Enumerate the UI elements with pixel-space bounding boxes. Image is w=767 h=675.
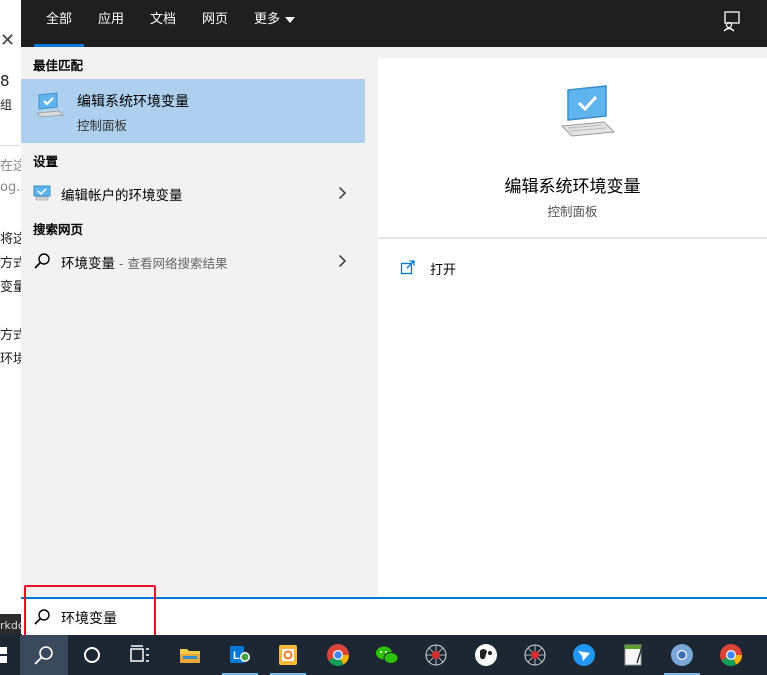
bg-fragment: 环境 bbox=[0, 352, 22, 367]
cortana-button[interactable] bbox=[68, 635, 116, 675]
search-input[interactable]: 环境变量 bbox=[61, 608, 117, 628]
preview-actions: 打开 bbox=[378, 237, 767, 596]
cortana-icon bbox=[84, 647, 100, 663]
chrome-canary-button[interactable] bbox=[658, 635, 706, 675]
wechat-button[interactable] bbox=[363, 635, 411, 675]
notepad-icon bbox=[624, 644, 643, 666]
feishu-button[interactable] bbox=[560, 635, 608, 675]
tab-all[interactable]: 全部 bbox=[33, 0, 85, 47]
search-box[interactable]: 环境变量 bbox=[21, 597, 767, 634]
search-icon bbox=[34, 609, 50, 625]
chrome-button-2[interactable] bbox=[707, 635, 755, 675]
tab-apps[interactable]: 应用 bbox=[98, 0, 124, 47]
best-match-title: 编辑系统环境变量 bbox=[77, 94, 189, 110]
svg-text:L: L bbox=[233, 650, 240, 662]
bg-divider bbox=[0, 145, 22, 146]
chrome-button[interactable] bbox=[314, 635, 362, 675]
settings-result-label: 编辑帐户的环境变量 bbox=[61, 188, 183, 204]
spider-icon bbox=[425, 644, 447, 666]
tab-documents[interactable]: 文档 bbox=[150, 0, 176, 47]
cow-app-button[interactable] bbox=[462, 635, 510, 675]
web-search-result[interactable]: 环境变量 - 查看网络搜索结果 bbox=[21, 245, 365, 277]
task-view-icon bbox=[130, 645, 149, 662]
tab-more-label: 更多 bbox=[254, 12, 281, 27]
spider-icon bbox=[524, 644, 546, 666]
notepad-button[interactable] bbox=[609, 635, 657, 675]
bg-fragment: 8 bbox=[0, 72, 10, 90]
cow-icon bbox=[475, 644, 497, 666]
taskbar: L bbox=[0, 635, 767, 675]
search-panel: 全部 应用 文档 网页 更多 最佳匹配 编辑系统环境变量 控制面板 设置 编辑帐… bbox=[21, 0, 767, 596]
bg-fragment: 方式 bbox=[0, 328, 22, 343]
background-window: ✕ 8 组 在这 og. 将这 方式 变量 方式 环境 rkdc bbox=[0, 0, 22, 640]
tab-web[interactable]: 网页 bbox=[202, 0, 228, 47]
preview-title: 编辑系统环境变量 bbox=[504, 177, 641, 197]
monitor-check-icon bbox=[36, 92, 64, 118]
web-search-label: 环境变量 - 查看网络搜索结果 bbox=[61, 252, 227, 272]
bg-fragment: 将这 bbox=[0, 232, 22, 247]
filter-tabs-bar: 全部 应用 文档 网页 更多 bbox=[21, 0, 767, 47]
tab-more[interactable]: 更多 bbox=[254, 0, 296, 47]
outlook-icon bbox=[279, 645, 297, 665]
monitor-settings-icon bbox=[33, 185, 51, 201]
outlook-button[interactable] bbox=[264, 635, 312, 675]
best-match-subtitle: 控制面板 bbox=[77, 118, 128, 133]
bg-fragment: og. bbox=[0, 180, 21, 195]
bg-fragment: 方式 bbox=[0, 256, 22, 271]
settings-result[interactable]: 编辑帐户的环境变量 bbox=[21, 177, 365, 209]
best-match-result[interactable]: 编辑系统环境变量 控制面板 bbox=[21, 79, 365, 143]
spider-app-button-2[interactable] bbox=[511, 635, 559, 675]
preview-card: 编辑系统环境变量 控制面板 bbox=[378, 58, 767, 237]
preview-subtitle: 控制面板 bbox=[547, 204, 598, 219]
chevron-right-icon[interactable] bbox=[338, 254, 347, 268]
chrome-icon bbox=[720, 644, 742, 666]
feedback-icon[interactable] bbox=[721, 10, 743, 32]
bg-close-glyph: ✕ bbox=[0, 30, 16, 51]
settings-heading: 设置 bbox=[33, 154, 59, 169]
results-list: 最佳匹配 编辑系统环境变量 控制面板 设置 编辑帐户的环境变量 搜索网页 环境变… bbox=[21, 47, 376, 596]
bg-fragment: 变量 bbox=[0, 280, 22, 295]
chevron-down-icon bbox=[285, 16, 296, 23]
spider-app-button[interactable] bbox=[412, 635, 460, 675]
web-search-term: 环境变量 bbox=[61, 256, 115, 272]
lync-icon: L bbox=[230, 646, 250, 663]
lync-button[interactable]: L bbox=[216, 635, 264, 675]
task-view-button[interactable] bbox=[116, 635, 164, 675]
chrome-canary-icon bbox=[671, 644, 693, 666]
web-search-heading: 搜索网页 bbox=[33, 222, 84, 237]
open-icon bbox=[400, 260, 415, 275]
web-search-suffix: - 查看网络搜索结果 bbox=[115, 256, 228, 271]
bg-fragment: 组 bbox=[0, 98, 13, 112]
search-icon bbox=[34, 646, 53, 665]
chevron-right-icon[interactable] bbox=[338, 186, 347, 200]
file-explorer-button[interactable] bbox=[166, 635, 214, 675]
wechat-icon bbox=[376, 646, 399, 664]
best-match-heading: 最佳匹配 bbox=[33, 58, 84, 73]
preview-pane: 编辑系统环境变量 控制面板 打开 bbox=[376, 47, 767, 596]
feishu-icon bbox=[573, 644, 595, 666]
file-explorer-icon bbox=[180, 649, 200, 663]
chrome-icon bbox=[327, 644, 349, 666]
monitor-check-icon bbox=[560, 85, 616, 137]
search-icon bbox=[34, 253, 50, 269]
taskbar-search-button[interactable] bbox=[20, 635, 68, 675]
bg-fragment: 在这 bbox=[0, 159, 22, 174]
open-label: 打开 bbox=[430, 263, 457, 278]
